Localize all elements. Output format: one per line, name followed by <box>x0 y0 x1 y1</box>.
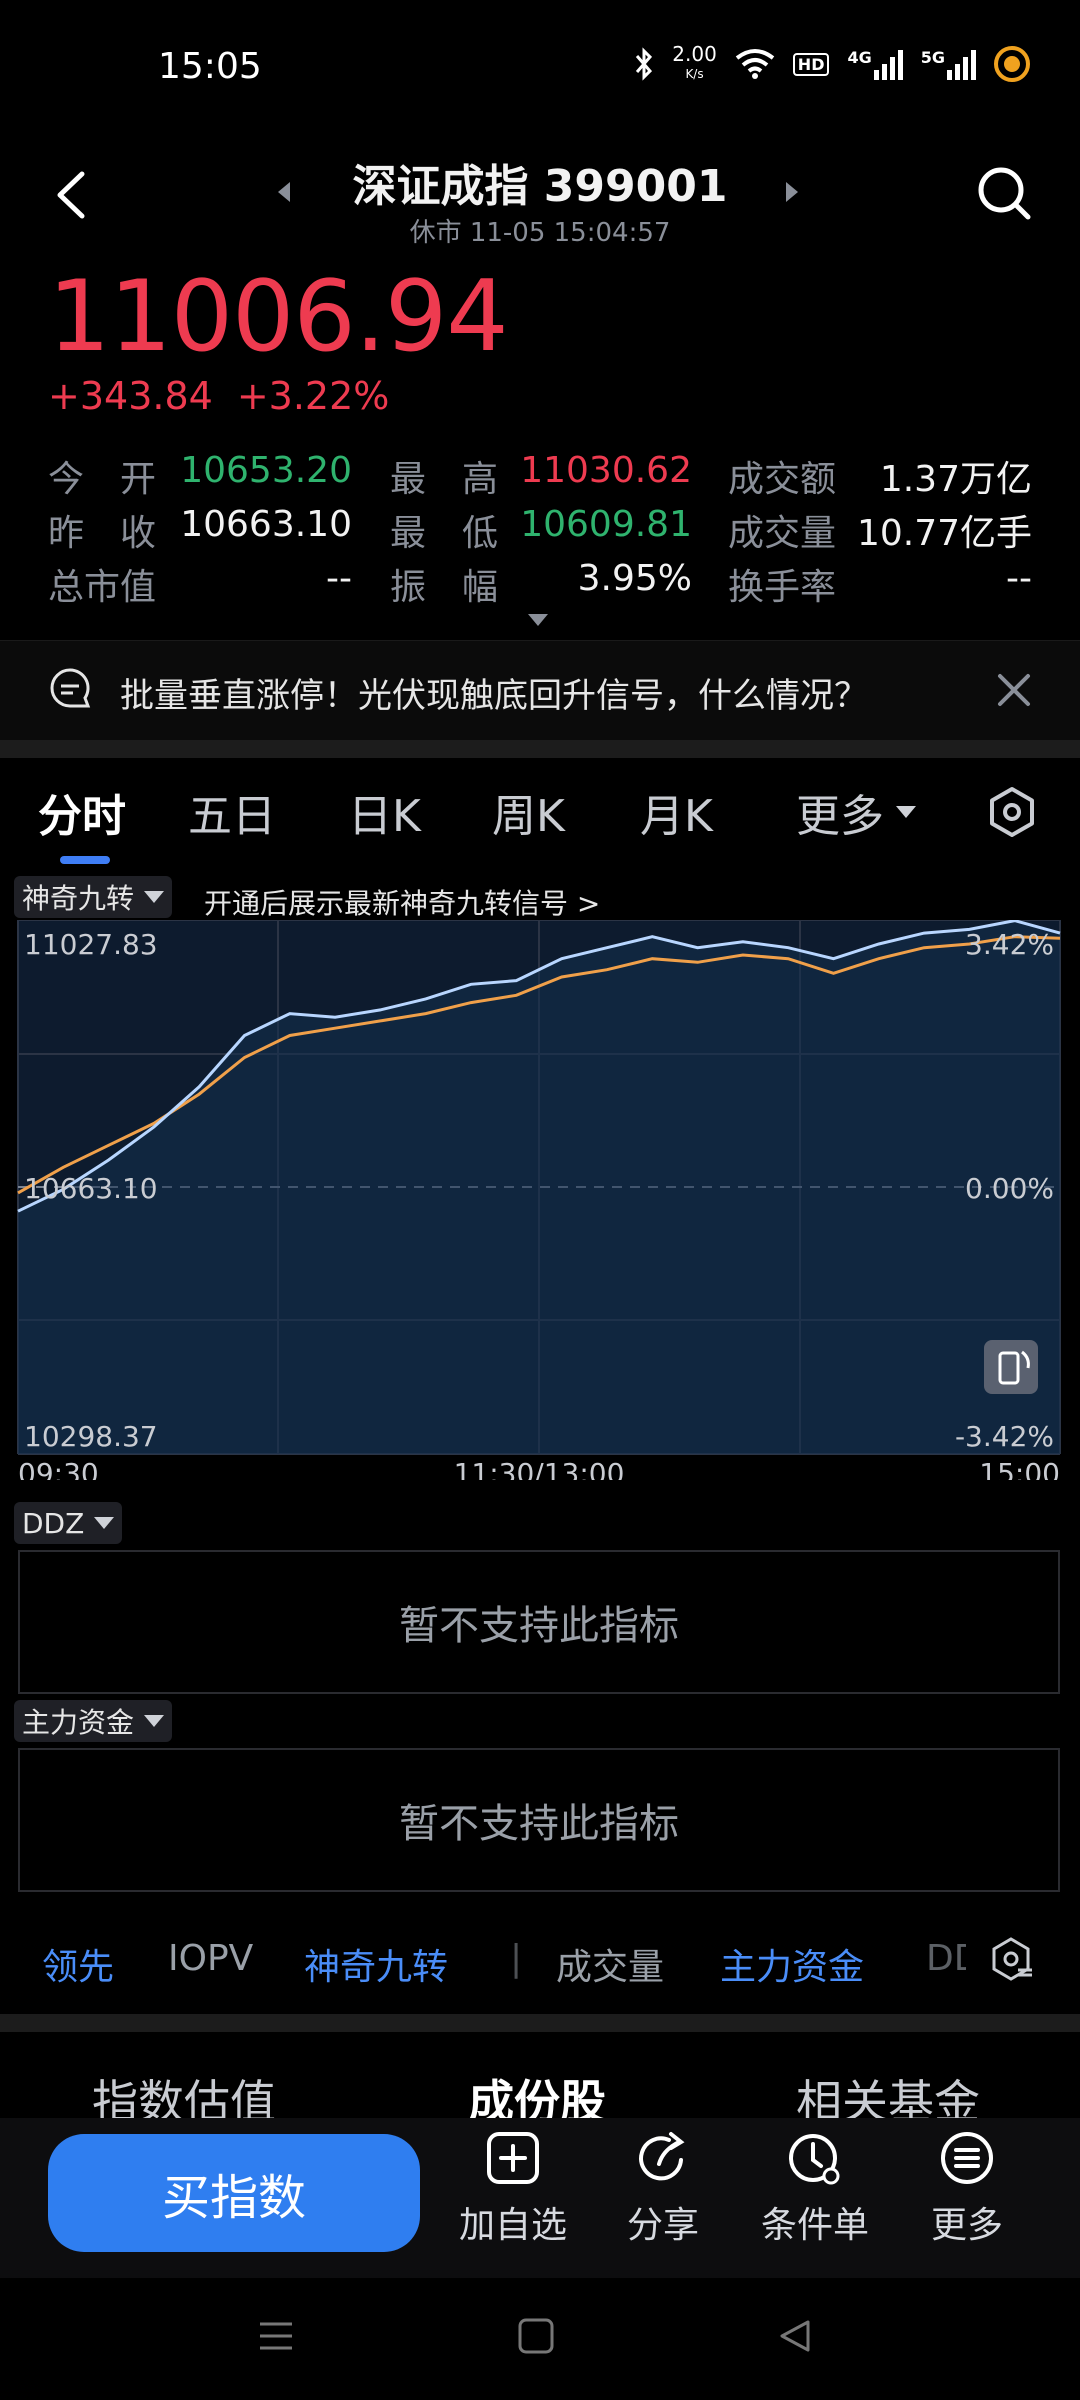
ddz-panel: 暂不支持此指标 <box>18 1550 1060 1694</box>
indicator-tab-magic-nine[interactable]: 神奇九转 <box>304 1938 448 1990</box>
tab-more[interactable]: 更多 <box>796 780 916 844</box>
indicator-tab-volume[interactable]: 成交量 <box>556 1938 664 1990</box>
change-percent: +3.22% <box>236 374 390 418</box>
stat-value: 10653.20 <box>180 450 352 491</box>
chevron-down-icon <box>896 806 916 818</box>
price-change: +343.84 +3.22% <box>48 374 413 418</box>
status-bar: 15:05 2.00 K/s HD 4G 5G <box>0 0 1080 120</box>
tab-weekly-k[interactable]: 周K <box>492 780 565 844</box>
network-speed: 2.00 K/s <box>672 42 717 81</box>
chevron-down-icon <box>144 1715 165 1727</box>
indicator-settings-icon[interactable] <box>988 1936 1034 1982</box>
back-nav-icon[interactable] <box>774 2316 814 2356</box>
indicator-tab-divider: | <box>510 1938 523 1979</box>
add-watchlist-button[interactable]: 加自选 <box>448 2130 578 2248</box>
y-min-label: 10298.37 <box>24 1420 158 1453</box>
system-nav-bar <box>0 2278 1080 2400</box>
wifi-icon <box>735 49 775 79</box>
tab-monthly-k[interactable]: 月K <box>640 780 713 844</box>
expand-stats-icon[interactable] <box>528 614 548 626</box>
more-menu-icon <box>941 2132 993 2184</box>
conditional-order-label: 条件单 <box>760 2205 869 2246</box>
close-icon[interactable] <box>996 672 1032 708</box>
rotate-screen-icon[interactable] <box>984 1340 1038 1394</box>
stat-value: 10.77亿手 <box>856 513 1032 554</box>
more-button[interactable]: 更多 <box>902 2130 1032 2248</box>
main-funds-selector-label: 主力资金 <box>22 1706 135 1739</box>
y-min-pct-label: -3.42% <box>955 1420 1054 1453</box>
indicator-hint[interactable]: 开通后展示最新神奇九转信号 > <box>204 882 600 922</box>
ddz-selector[interactable]: DDZ <box>14 1502 123 1544</box>
add-watchlist-label: 加自选 <box>458 2205 567 2246</box>
clock-icon <box>789 2134 840 2185</box>
add-square-icon <box>487 2132 539 2184</box>
signal-4g-label: 4G <box>847 48 872 67</box>
chart-settings-icon[interactable] <box>986 786 1038 838</box>
main-funds-selector[interactable]: 主力资金 <box>14 1700 173 1742</box>
tab-intraday[interactable]: 分时 <box>38 780 126 844</box>
ddz-selector-label: DDZ <box>22 1506 85 1540</box>
chevron-down-icon <box>144 891 165 903</box>
tab-daily-k[interactable]: 日K <box>348 780 421 844</box>
home-nav-icon[interactable] <box>516 2316 556 2356</box>
buy-index-button[interactable]: 买指数 <box>48 2134 420 2252</box>
y-max-label: 11027.83 <box>24 928 158 961</box>
baseline-pct-label: 0.00% <box>965 1172 1054 1205</box>
x-start-label: 09:30 <box>18 1457 99 1480</box>
stat-value: 3.95% <box>577 558 692 599</box>
chevron-down-icon <box>94 1517 115 1529</box>
x-end-label: 15:00 <box>979 1457 1060 1480</box>
prev-index-icon[interactable] <box>278 182 290 202</box>
signal-4g-icon: 4G <box>847 48 903 80</box>
y-max-pct-label: 3.42% <box>965 928 1054 961</box>
divider <box>0 740 1080 758</box>
status-time: 15:05 <box>158 46 262 87</box>
share-button[interactable]: 分享 <box>598 2130 728 2248</box>
menu-nav-icon[interactable] <box>256 2316 296 2356</box>
market-status: 休市 11-05 15:04:57 <box>409 218 671 248</box>
signal-5g-icon: 5G <box>921 48 976 80</box>
search-icon[interactable] <box>976 165 1032 221</box>
status-icons: 2.00 K/s HD 4G 5G <box>634 44 1030 84</box>
stat-value: 10609.81 <box>520 504 692 545</box>
baseline-label: 10663.10 <box>24 1172 158 1205</box>
divider <box>0 2014 1080 2032</box>
indicator-tab-main-funds[interactable]: 主力资金 <box>720 1938 864 1990</box>
main-funds-panel: 暂不支持此指标 <box>18 1748 1060 1892</box>
indicator-tab-iopv[interactable]: IOPV <box>168 1938 253 1979</box>
indicator-selector[interactable]: 神奇九转 <box>14 876 173 918</box>
x-mid-label: 11:30/13:00 <box>454 1457 625 1480</box>
stat-value: -- <box>326 558 352 599</box>
bluetooth-icon <box>636 47 653 81</box>
stat-value: 10663.10 <box>180 504 352 545</box>
current-price: 11006.94 <box>48 260 509 374</box>
indicator-tab-leading[interactable]: 领先 <box>42 1938 114 1990</box>
stat-value: 1.37万亿 <box>879 459 1032 500</box>
network-speed-value: 2.00 <box>672 42 717 66</box>
share-label: 分享 <box>626 2205 699 2246</box>
active-tab-indicator <box>60 856 110 864</box>
conditional-order-button[interactable]: 条件单 <box>750 2130 880 2248</box>
chat-bubble-icon <box>50 668 91 708</box>
next-index-icon[interactable] <box>786 182 798 202</box>
indicator-selector-label: 神奇九转 <box>22 882 135 915</box>
tab-more-label: 更多 <box>796 791 884 842</box>
intraday-chart[interactable]: 11027.83 3.42% 10663.10 0.00% 10298.37 -… <box>0 920 1080 1480</box>
stat-value: 11030.62 <box>520 450 692 491</box>
signal-5g-label: 5G <box>920 48 945 67</box>
news-headline[interactable]: 批量垂直涨停！光伏现触底回升信号，什么情况？ <box>120 668 868 717</box>
stat-value: -- <box>1006 558 1032 599</box>
hd-badge: HD <box>792 52 830 76</box>
indicator-tab-dd[interactable]: DD <box>926 1938 966 1979</box>
page-title: 深证成指 399001 <box>352 161 728 212</box>
tab-five-day[interactable]: 五日 <box>188 780 276 844</box>
change-absolute: +343.84 <box>48 374 213 418</box>
more-label: 更多 <box>930 2205 1003 2246</box>
share-icon <box>639 2132 685 2181</box>
battery-icon <box>994 46 1030 82</box>
